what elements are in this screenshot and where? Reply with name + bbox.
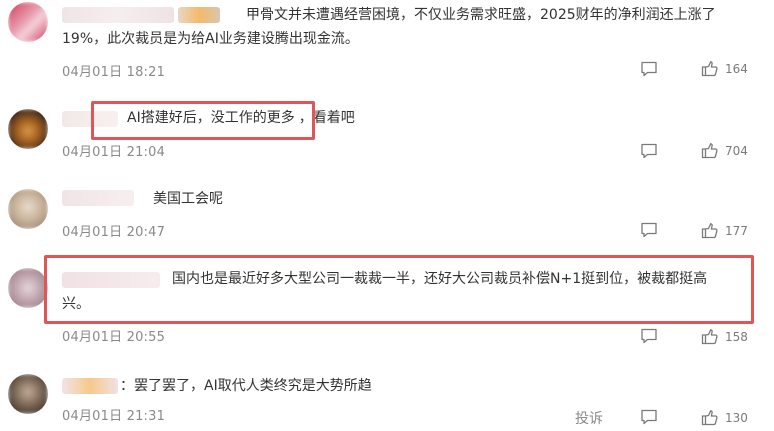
comment-text-prefix: ： xyxy=(120,378,134,394)
thumbs-up-icon xyxy=(701,60,719,77)
reply-button[interactable] xyxy=(640,328,658,344)
comment-date: 04月01日 21:04 xyxy=(62,145,166,160)
report-button[interactable]: 投诉 xyxy=(575,408,603,428)
comment-icon xyxy=(640,143,658,159)
avatar[interactable] xyxy=(8,2,48,42)
comment-date: 04月01日 21:31 xyxy=(62,409,166,424)
thumbs-up-icon xyxy=(701,222,719,239)
comment-date: 04月01日 20:55 xyxy=(62,330,166,345)
like-count: 130 xyxy=(725,410,748,425)
avatar[interactable] xyxy=(8,109,48,149)
comment-text: 甲骨文并未遭遇经营困境，不仅业务需求旺盛，2025财年的净利润还上涨了 xyxy=(246,7,716,23)
avatar[interactable] xyxy=(8,268,48,308)
comment-item: 美国工会呢 04月01日 20:47 177 xyxy=(0,185,774,249)
avatar[interactable] xyxy=(8,374,48,414)
username-pixelated[interactable] xyxy=(62,378,118,394)
like-button[interactable]: 130 xyxy=(701,409,748,426)
like-count: 158 xyxy=(725,329,748,344)
like-button[interactable]: 704 xyxy=(701,142,748,159)
thumbs-up-icon xyxy=(701,142,719,159)
like-count: 164 xyxy=(725,61,748,76)
highlight-box xyxy=(91,101,315,140)
like-button[interactable]: 177 xyxy=(701,222,748,239)
like-button[interactable]: 164 xyxy=(701,60,748,77)
like-count: 177 xyxy=(725,223,748,238)
reply-button[interactable] xyxy=(640,143,658,159)
comment-item: 甲骨文并未遭遇经营困境，不仅业务需求旺盛，2025财年的净利润还上涨了 19%，… xyxy=(0,0,774,88)
comment-icon xyxy=(640,328,658,344)
reply-button[interactable] xyxy=(640,409,658,425)
username-pixelated[interactable] xyxy=(62,190,134,206)
comment-text: ：罢了罢了，AI取代人类终究是大势所趋 xyxy=(120,375,372,398)
username-pixelated[interactable] xyxy=(62,7,174,23)
thumbs-up-icon xyxy=(701,328,719,345)
like-count: 704 xyxy=(725,143,748,158)
reply-button[interactable] xyxy=(640,61,658,77)
highlight-box xyxy=(44,255,754,324)
comment-item: ：罢了罢了，AI取代人类终究是大势所趋 04月01日 21:31 投诉 130 xyxy=(0,370,774,431)
avatar[interactable] xyxy=(8,189,48,229)
comment-icon xyxy=(640,61,658,77)
comment-date: 04月01日 20:47 xyxy=(62,225,166,240)
comment-icon xyxy=(640,409,658,425)
comment-date: 04月01日 18:21 xyxy=(62,65,166,80)
comment-icon xyxy=(640,222,658,238)
thumbs-up-icon xyxy=(701,409,719,426)
comment-text-body: 罢了罢了，AI取代人类终究是大势所趋 xyxy=(134,378,372,394)
like-button[interactable]: 158 xyxy=(701,328,748,345)
reply-button[interactable] xyxy=(640,222,658,238)
username-badges-pixelated xyxy=(178,7,220,23)
comment-text: 美国工会呢 xyxy=(153,191,223,207)
comment-text: 19%，此次裁员是为给AI业务建设腾出现金流。 xyxy=(62,31,359,47)
